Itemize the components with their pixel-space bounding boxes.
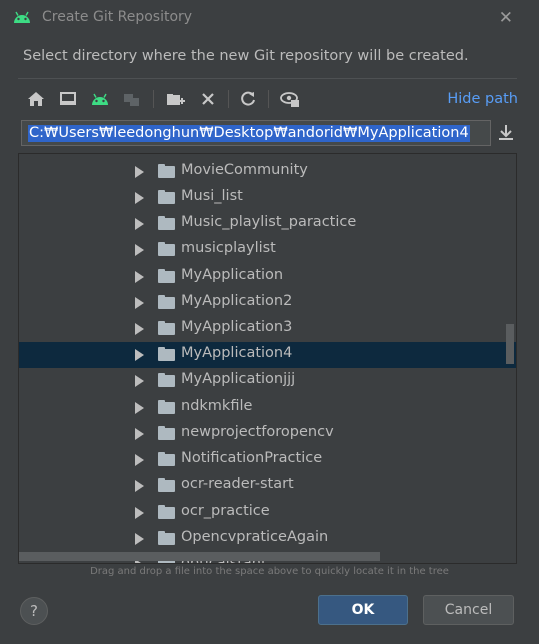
ok-button[interactable]: OK — [318, 595, 408, 625]
android-icon — [14, 11, 30, 23]
tree-row[interactable]: MyApplication2 — [19, 290, 516, 316]
expand-arrow-icon[interactable] — [135, 375, 144, 387]
help-button[interactable]: ? — [20, 597, 48, 625]
tree-row[interactable]: ndkmkfile — [19, 395, 516, 421]
tree-row-selected[interactable]: MyApplication4 — [19, 342, 516, 368]
expand-arrow-icon[interactable] — [135, 166, 144, 178]
expand-arrow-icon[interactable] — [135, 349, 144, 361]
window-title: Create Git Repository — [42, 9, 193, 25]
tree-row-label: Music_playlist_paractice — [181, 214, 357, 230]
tree-row-label: MovieCommunity — [181, 162, 308, 178]
tree-row-label: ocr-reader-start — [181, 476, 294, 492]
folder-icon — [158, 400, 175, 414]
toolbar-separator — [268, 90, 269, 108]
expand-arrow-icon[interactable] — [135, 480, 144, 492]
tree-row[interactable]: ocr_practice — [19, 500, 516, 526]
folder-icon — [158, 531, 175, 545]
folder-icon — [158, 347, 175, 361]
close-icon[interactable]: ✕ — [499, 8, 513, 28]
folder-tree[interactable]: MovieCommunity Musi_list Music_playlist_… — [18, 153, 517, 564]
tree-row-label: ocr_practice — [181, 503, 270, 519]
toolbar-separator — [228, 90, 229, 108]
hide-path-link[interactable]: Hide path — [447, 91, 518, 107]
tree-row[interactable]: ocr-reader-start — [19, 473, 516, 499]
tree-row[interactable]: Musi_list — [19, 185, 516, 211]
tree-row-label: NotificationPractice — [181, 450, 323, 466]
tree-row[interactable]: MyApplicationjjj — [19, 368, 516, 394]
cancel-button[interactable]: Cancel — [423, 595, 514, 625]
drag-drop-hint: Drag and drop a file into the space abov… — [90, 566, 449, 577]
module-icon[interactable] — [122, 89, 142, 109]
tree-row-label: Musi_list — [181, 188, 243, 204]
toolbar: Hide path — [18, 85, 518, 113]
tree-row-label: MyApplication — [181, 267, 284, 283]
show-hidden-icon[interactable] — [280, 89, 300, 109]
expand-arrow-icon[interactable] — [135, 428, 144, 440]
folder-icon — [158, 190, 175, 204]
tree-row[interactable]: NotificationPractice — [19, 447, 516, 473]
folder-icon — [158, 321, 175, 335]
folder-icon — [158, 269, 175, 283]
tree-row[interactable]: musicplaylist — [19, 237, 516, 263]
expand-arrow-icon[interactable] — [135, 192, 144, 204]
expand-arrow-icon[interactable] — [135, 402, 144, 414]
tree-row-label: MyApplication3 — [181, 319, 293, 335]
expand-arrow-icon[interactable] — [135, 533, 144, 545]
tree-row-label: OpencvpraticeAgain — [181, 529, 329, 545]
folder-icon — [158, 216, 175, 230]
toolbar-separator — [153, 90, 154, 108]
folder-icon — [158, 478, 175, 492]
tree-row-label: MyApplicationjjj — [181, 371, 296, 387]
tree-row-label: ndkmkfile — [181, 398, 253, 414]
tree-row[interactable]: MyApplication3 — [19, 316, 516, 342]
desktop-icon[interactable] — [58, 89, 78, 109]
folder-icon — [158, 164, 175, 178]
android-icon[interactable] — [90, 89, 110, 109]
delete-icon[interactable] — [198, 89, 218, 109]
download-icon[interactable] — [497, 122, 517, 144]
tree-row[interactable]: OpencvpraticeAgain — [19, 526, 516, 552]
refresh-icon[interactable] — [238, 89, 258, 109]
tree-row[interactable]: newprojectforopencv — [19, 421, 516, 447]
tree-row[interactable]: Music_playlist_paractice — [19, 211, 516, 237]
expand-arrow-icon[interactable] — [135, 507, 144, 519]
title-bar: Create Git Repository ✕ — [0, 0, 539, 36]
home-icon[interactable] — [26, 89, 46, 109]
path-input[interactable]: C:₩Users₩leedonghun₩Desktop₩andorid₩MyAp… — [21, 120, 491, 146]
expand-arrow-icon[interactable] — [135, 323, 144, 335]
tree-row-label: musicplaylist — [181, 240, 276, 256]
new-folder-icon[interactable] — [166, 89, 186, 109]
horizontal-scrollbar[interactable] — [19, 552, 380, 561]
expand-arrow-icon[interactable] — [135, 297, 144, 309]
folder-icon — [158, 242, 175, 256]
tree-row-label: MyApplication4 — [181, 345, 293, 361]
folder-icon — [158, 505, 175, 519]
path-value: C:₩Users₩leedonghun₩Desktop₩andorid₩MyAp… — [28, 125, 470, 142]
expand-arrow-icon[interactable] — [135, 244, 144, 256]
expand-arrow-icon[interactable] — [135, 271, 144, 283]
expand-arrow-icon[interactable] — [135, 454, 144, 466]
folder-icon — [158, 295, 175, 309]
folder-icon — [158, 426, 175, 440]
expand-arrow-icon[interactable] — [135, 218, 144, 230]
divider — [18, 78, 517, 79]
folder-icon — [158, 452, 175, 466]
vertical-scrollbar[interactable] — [506, 324, 514, 364]
tree-row-label: MyApplication2 — [181, 293, 293, 309]
tree-row[interactable]: MovieCommunity — [19, 159, 516, 185]
tree-row-label: newprojectforopencv — [181, 424, 334, 440]
folder-icon — [158, 373, 175, 387]
tree-row[interactable]: MyApplication — [19, 264, 516, 290]
prompt-text: Select directory where the new Git repos… — [23, 48, 469, 64]
